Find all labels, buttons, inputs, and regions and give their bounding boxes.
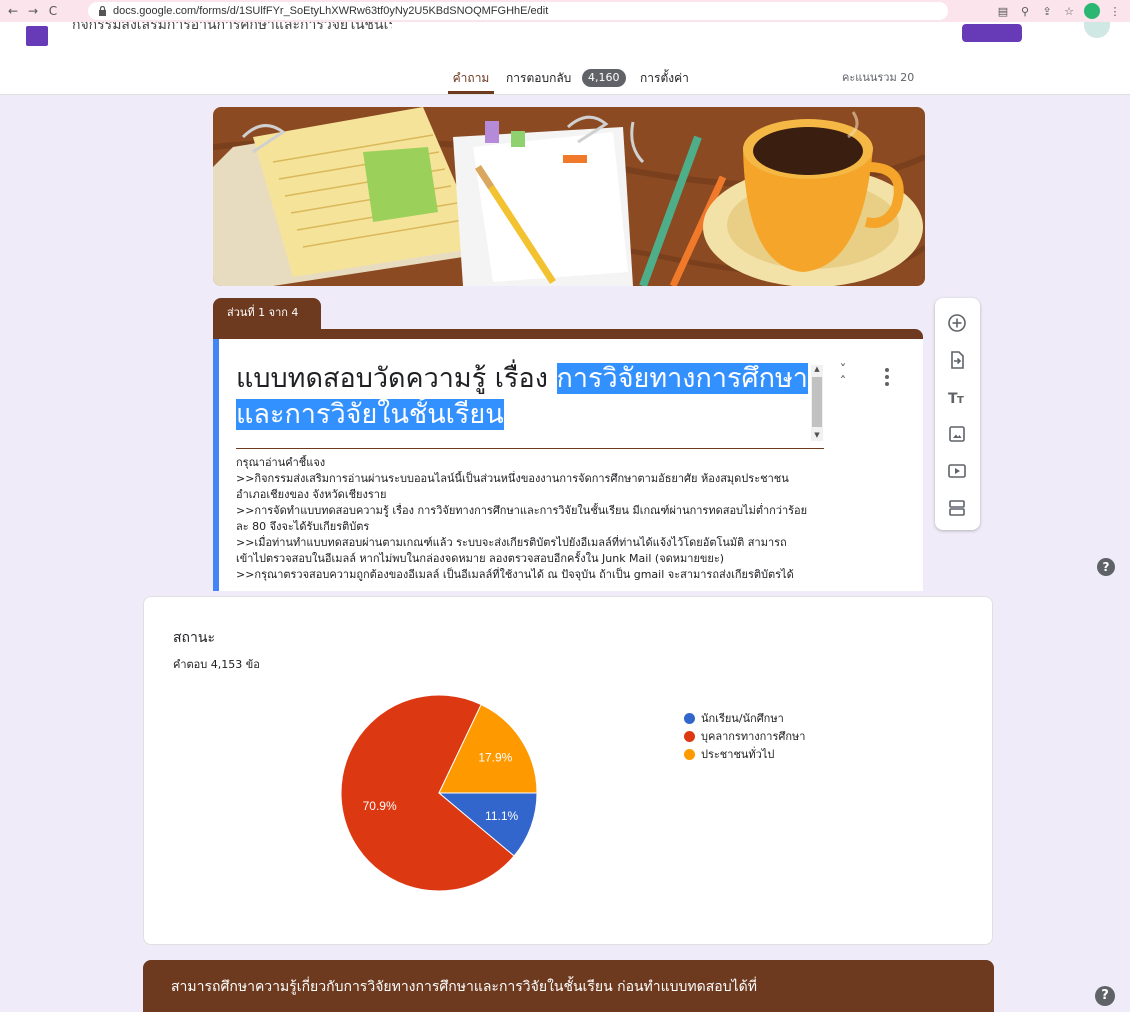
description-line: >>เมื่อท่านทำแบบทดสอบผ่านตามเกณฑ์แล้ว ระ…	[236, 536, 787, 549]
legend-label: นักเรียน/นักศึกษา	[701, 712, 784, 725]
description-line: เข้าไปตรวจสอบในอีเมลล์ หากไม่พบในกล่องจด…	[236, 552, 725, 565]
add-video-icon[interactable]	[947, 461, 967, 481]
section-label: ส่วนที่ 1 จาก 4	[213, 298, 321, 330]
form-title-field[interactable]: แบบทดสอบวัดความรู้ เรื่อง การวิจัยทางการ…	[236, 361, 824, 449]
more-options-icon[interactable]	[881, 365, 893, 389]
slice-label: 17.9%	[478, 750, 512, 764]
browser-actions: ▤ ⚲ ⇪ ☆ ⋮	[996, 3, 1122, 19]
section-title-card[interactable]: แบบทดสอบวัดความรู้ เรื่อง การวิจัยทางการ…	[213, 329, 923, 591]
description-line: >>การจัดทำแบบทดสอบความรู้ เรื่อง การวิจั…	[236, 504, 808, 517]
reload-icon[interactable]: C	[46, 4, 60, 18]
tab-settings[interactable]: การตั้งค่า	[640, 66, 689, 94]
description-line: กรุณาอ่านคำชี้แจง	[236, 456, 326, 469]
browser-menu-icon[interactable]: ⋮	[1108, 5, 1122, 18]
form-title-selected-text: การวิจัยทางการศึกษา	[556, 363, 808, 394]
share-icon[interactable]: ⇪	[1040, 5, 1054, 18]
active-card-accent	[213, 339, 219, 591]
scroll-down-icon[interactable]: ▼	[811, 431, 823, 441]
collapse-section-icon[interactable]: ˇˆ	[833, 364, 853, 390]
form-title-selected-text: และการวิจัยในชั้นเรียน	[236, 399, 504, 430]
description-line: อำเภอเชียงของ จังหวัดเชียงราย	[236, 488, 387, 501]
url-text: docs.google.com/forms/d/1SUlfFYr_SoEtyLh…	[113, 5, 549, 17]
description-line: >>กิจกรรมส่งเสริมการอ่านผ่านระบบออนไลน์น…	[236, 472, 789, 485]
lock-icon	[99, 6, 106, 16]
import-questions-icon[interactable]	[947, 350, 967, 370]
legend-color-icon	[684, 712, 695, 724]
google-forms-logo-icon[interactable]	[26, 26, 48, 46]
legend-label: บุคลากรทางการศึกษา	[701, 730, 806, 743]
legend-label: ประชาชนทั่วไป	[701, 748, 775, 761]
scrollbar-thumb[interactable]	[812, 377, 822, 427]
profile-avatar[interactable]	[1084, 3, 1100, 19]
responses-count-badge: 4,160	[582, 69, 626, 87]
description-line: ละ 80 จึงจะได้รับเกียรติบัตร	[236, 520, 370, 533]
send-button[interactable]	[962, 24, 1022, 42]
add-title-icon[interactable]: TT	[947, 387, 967, 407]
slice-label: 11.1%	[485, 809, 518, 823]
legend-item[interactable]: นักเรียน/นักศึกษา	[684, 709, 805, 727]
back-icon[interactable]: ←	[6, 4, 20, 18]
slice-label: 70.9%	[363, 799, 397, 813]
account-avatar[interactable]	[1084, 22, 1110, 38]
form-title-line-2: และการวิจัยในชั้นเรียน	[236, 397, 824, 433]
translate-icon[interactable]: ▤	[996, 5, 1010, 18]
legend-item[interactable]: ประชาชนทั่วไป	[684, 745, 805, 763]
legend-item[interactable]: บุคลากรทางการศึกษา	[684, 727, 805, 745]
floating-toolbar: TT	[935, 298, 980, 530]
response-count: คำตอบ 4,153 ข้อ	[173, 658, 260, 671]
description-line: >>กรุณาตรวจสอบความถูกต้องของอีเมลล์ เป็น…	[236, 568, 794, 581]
zoom-icon[interactable]: ⚲	[1018, 5, 1032, 18]
title-scrollbar[interactable]: ▲ ▼	[811, 365, 823, 441]
help-icon[interactable]: ?	[1095, 986, 1115, 1006]
header-image[interactable]	[213, 107, 925, 286]
add-image-icon[interactable]	[947, 424, 967, 444]
form-title-text: แบบทดสอบวัดความรู้ เรื่อง	[236, 363, 557, 394]
chart-title: สถานะ	[173, 630, 215, 646]
desk-illustration	[213, 107, 925, 286]
section-heading-text: สามารถศึกษาความรู้เกี่ยวกับการวิจัยทางกา…	[171, 979, 757, 995]
help-icon[interactable]: ?	[1097, 558, 1115, 576]
legend-color-icon	[684, 730, 695, 742]
legend-color-icon	[684, 748, 695, 760]
browser-toolbar: ← → C docs.google.com/forms/d/1SUlfFYr_S…	[0, 0, 1130, 22]
form-description[interactable]: กรุณาอ่านคำชี้แจง >>กิจกรรมส่งเสริมการอ่…	[236, 455, 906, 583]
next-section-header[interactable]: สามารถศึกษาความรู้เกี่ยวกับการวิจัยทางกา…	[143, 960, 994, 1012]
scroll-up-icon[interactable]: ▲	[811, 365, 823, 375]
chart-legend: นักเรียน/นักศึกษาบุคลากรทางการศึกษาประชา…	[684, 709, 805, 763]
tab-responses[interactable]: การตอบกลับ	[506, 66, 571, 94]
add-question-icon[interactable]	[947, 313, 967, 333]
forms-header: กิจกรรมส่งเสริมการอ่านการศึกษาและการวิจั…	[0, 22, 1130, 95]
total-score: คะแนนรวม 20	[842, 71, 915, 84]
document-title[interactable]: กิจกรรมส่งเสริมการอ่านการศึกษาและการวิจั…	[72, 22, 392, 32]
bookmark-star-icon[interactable]: ☆	[1062, 5, 1076, 18]
add-section-icon[interactable]	[947, 498, 967, 518]
form-title-line-1: แบบทดสอบวัดความรู้ เรื่อง การวิจัยทางการ…	[236, 361, 824, 397]
response-chart-card: สถานะ คำตอบ 4,153 ข้อ 11.1% 70.9% 17.9% นั…	[143, 596, 993, 945]
address-bar[interactable]: docs.google.com/forms/d/1SUlfFYr_SoEtyLh…	[88, 2, 948, 20]
svg-text:T: T	[957, 395, 964, 406]
pie-chart: 11.1% 70.9% 17.9%	[340, 694, 538, 892]
tab-questions[interactable]: คำถาม	[448, 66, 494, 94]
forward-icon[interactable]: →	[26, 4, 40, 18]
form-tabs: คำถาม การตอบกลับ 4,160 การตั้งค่า คะแนนร…	[0, 66, 1130, 94]
